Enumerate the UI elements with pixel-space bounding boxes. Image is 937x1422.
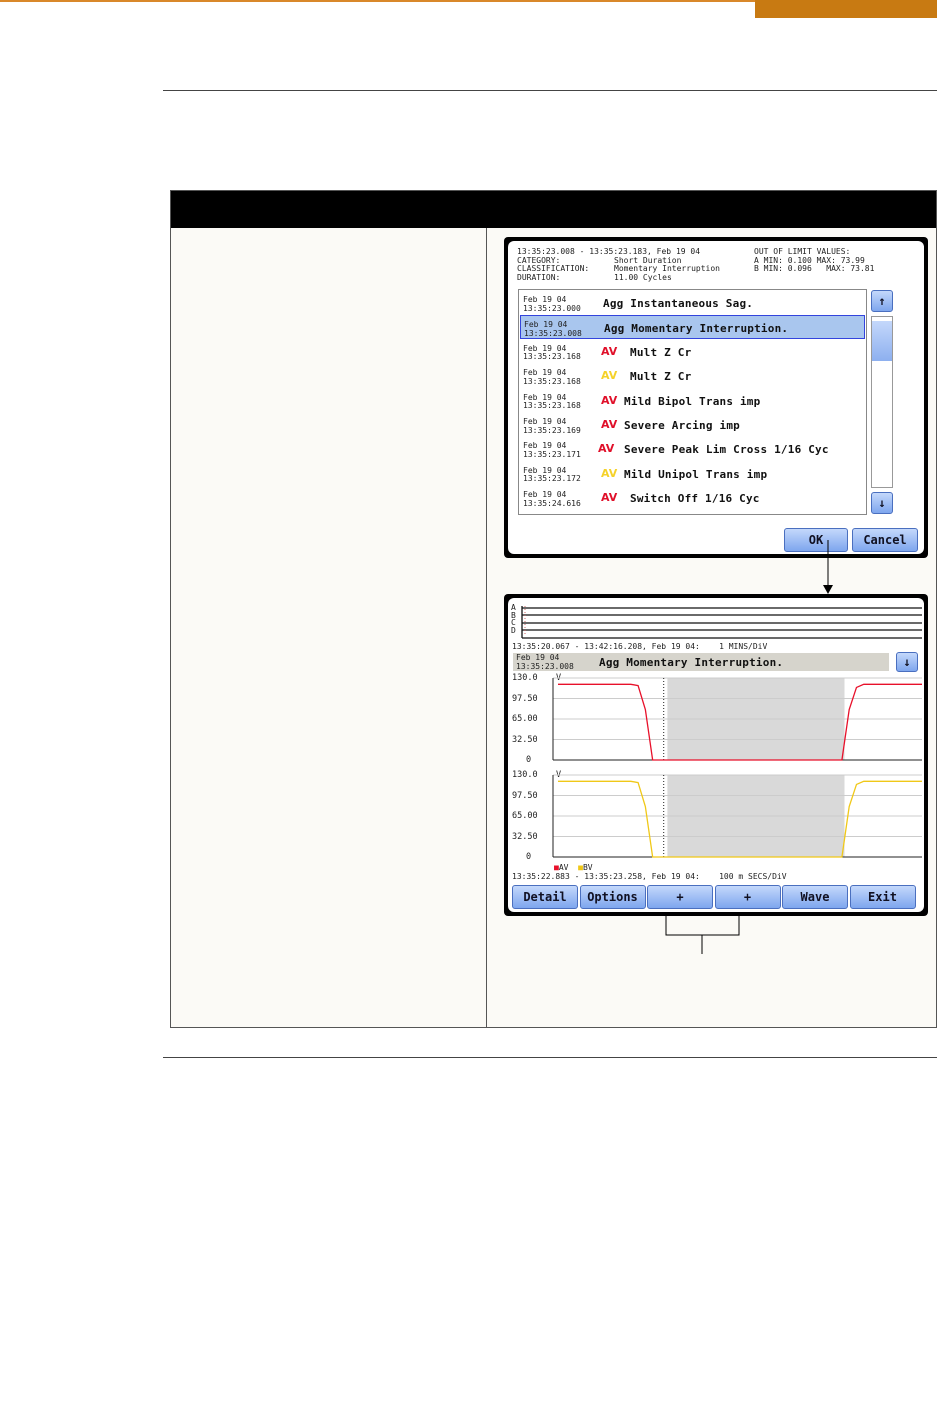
event-description: Mild Unipol Trans imp	[624, 467, 768, 481]
event-timestamp: Feb 19 04 13:35:23.168	[523, 392, 581, 411]
waveform-plot	[552, 774, 922, 858]
event-row[interactable]: Feb 19 04 13:35:23.008 Agg Momentary Inter…	[520, 315, 865, 340]
event-desc: Agg Momentary Interruption.	[599, 656, 784, 669]
divider	[163, 1057, 937, 1058]
event-description: Severe Peak Lim Cross 1/16 Cyc	[624, 443, 829, 457]
scroll-down-button[interactable]: ↓	[871, 492, 893, 514]
event-description: Agg Instantaneous Sag.	[603, 297, 754, 310]
event-description: Agg Momentary Interruption.	[604, 322, 789, 336]
event-description: Switch Off 1/16 Cyc	[630, 492, 760, 506]
channel-labels: ABCD	[511, 604, 516, 634]
button-wave[interactable]: Wave	[782, 885, 848, 909]
event-down-button[interactable]: ↓	[896, 652, 918, 672]
channel-tag: AV	[601, 466, 618, 480]
scrollbar-thumb[interactable]	[872, 321, 892, 361]
event-row[interactable]: Feb 19 04 13:35:23.168 AV Mild Bipol Trans …	[520, 389, 865, 413]
divider	[163, 90, 937, 91]
waveform-plot	[552, 677, 922, 761]
waveform-screen: ABCD 13:35:20.067 - 13:42:16.208, Feb 19…	[504, 594, 928, 916]
event-timestamp: Feb 19 04 13:35:23.000	[523, 295, 581, 313]
selected-event-bar: Feb 19 04 13:35:23.008 Agg Momentary Inte…	[513, 653, 889, 671]
button-exit[interactable]: Exit	[849, 885, 916, 909]
channel-tag: AV	[601, 491, 618, 505]
column-divider	[486, 228, 487, 1028]
detail-range: 13:35:22.883 - 13:35:23.258, Feb 19 04: …	[512, 872, 787, 881]
event-description: Mult Z Cr	[630, 345, 692, 359]
scrollbar-track[interactable]	[871, 316, 893, 488]
event-description: Mild Bipol Trans imp	[624, 394, 761, 408]
b-limits: B MIN: 0.096 MAX: 73.81	[754, 264, 875, 273]
event-timestamp: Feb 19 04 13:35:23.008	[524, 320, 582, 338]
plot-bv: 130.0 97.50 65.00 32.50 0 V	[508, 769, 924, 863]
arrow-head-icon	[823, 585, 833, 594]
header-tab	[755, 0, 937, 18]
channel-tag: AV	[598, 442, 615, 456]
event-date: Feb 19 04 13:35:23.008	[516, 653, 574, 671]
button-detail[interactable]: Detail	[512, 885, 578, 909]
scroll-up-button[interactable]: ↑	[871, 290, 893, 312]
channel-label: D	[511, 625, 516, 635]
legend-bv: BV	[582, 863, 593, 872]
overview-range: 13:35:20.067 - 13:42:16.208, Feb 19 04: …	[512, 642, 768, 651]
event-row[interactable]: Feb 19 04 13:35:23.168 AV Mult Z Cr	[520, 340, 865, 364]
event-timestamp: Feb 19 04 13:35:23.169	[523, 417, 581, 435]
event-row[interactable]: Feb 19 04 13:35:23.172 AV Mild Unipol Trans…	[520, 462, 865, 486]
event-timestamp: Feb 19 04 13:35:23.172	[523, 465, 581, 484]
event-description: Severe Arcing imp	[624, 419, 740, 432]
button-plus-3[interactable]: +	[714, 885, 781, 909]
button-options[interactable]: Options	[579, 885, 646, 909]
overview-strip[interactable]	[508, 598, 924, 642]
event-description: Mult Z Cr	[630, 370, 692, 384]
plot-av: 130.0 97.50 65.00 32.50 0 V	[508, 672, 924, 766]
event-timestamp: Feb 19 04 13:35:23.171	[523, 441, 581, 459]
channel-tag: AV	[601, 344, 618, 358]
event-row[interactable]: Feb 19 04 13:35:23.168 AV Mult Z Cr	[520, 364, 865, 388]
event-row[interactable]: Feb 19 04 13:35:23.169 AV Severe Arcing imp	[520, 413, 865, 437]
table-header	[171, 191, 936, 228]
duration-value: 11.00 Cycles	[614, 272, 672, 282]
channel-tag: AV	[601, 418, 618, 431]
event-list[interactable]: Feb 19 04 13:35:23.000 Agg Instantaneous S…	[518, 289, 867, 515]
event-timestamp: Feb 19 04 13:35:23.168	[523, 343, 581, 362]
button-plus-2[interactable]: +	[647, 885, 713, 909]
event-row[interactable]: Feb 19 04 13:35:23.000 Agg Instantaneous S…	[520, 291, 865, 315]
legend-av: AV	[558, 863, 569, 872]
event-timestamp: Feb 19 04 13:35:23.168	[523, 368, 581, 386]
duration-label: DURATION:	[517, 272, 561, 282]
channel-tag: AV	[601, 393, 618, 407]
event-row[interactable]: Feb 19 04 13:35:24.616 AV Switch Off 1/16 C…	[520, 486, 865, 510]
event-list-screen: 13:35:23.008 - 13:35:23.183, Feb 19 04 C…	[504, 237, 928, 558]
channel-tag: AV	[601, 369, 618, 383]
event-timestamp: Feb 19 04 13:35:24.616	[523, 490, 581, 508]
event-row[interactable]: Feb 19 04 13:35:23.171 AV Severe Peak Lim C…	[520, 437, 865, 461]
